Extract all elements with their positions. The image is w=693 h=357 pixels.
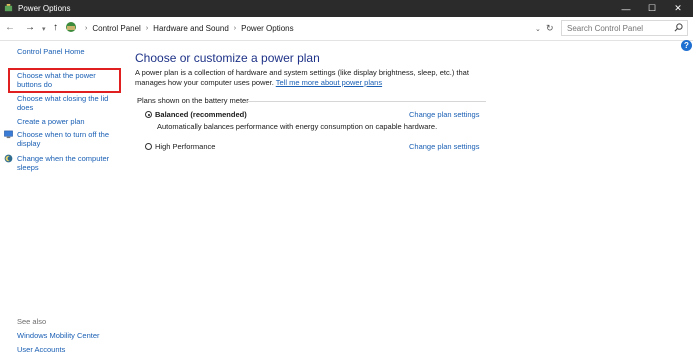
address-bar: ← → ▾ ↑ › Control Panel › Hardware and S…	[0, 17, 693, 41]
search-icon[interactable]	[674, 23, 683, 32]
refresh-icon[interactable]: ↻	[546, 23, 554, 34]
breadcrumb: › Control Panel › Hardware and Sound › P…	[80, 24, 294, 33]
change-plan-settings-balanced-link[interactable]: Change plan settings	[409, 110, 479, 119]
user-accounts-link[interactable]: User Accounts	[17, 345, 117, 354]
breadcrumb-separator-icon: ›	[85, 25, 88, 32]
display-icon	[4, 130, 13, 139]
breadcrumb-separator-icon[interactable]: ›	[234, 25, 236, 32]
forward-arrow-icon[interactable]: →	[25, 23, 35, 33]
breadcrumb-power-options[interactable]: Power Options	[241, 24, 293, 33]
title-bar: Power Options — ☐ ✕	[0, 0, 693, 17]
balanced-plan-description: Automatically balances performance with …	[157, 122, 438, 131]
page-title: Choose or customize a power plan	[135, 51, 320, 65]
control-panel-home-link[interactable]: Control Panel Home	[17, 47, 85, 56]
see-also-heading: See also	[17, 317, 47, 326]
breadcrumb-control-panel[interactable]: Control Panel	[92, 24, 140, 33]
back-arrow-icon[interactable]: ←	[5, 23, 15, 33]
high-performance-radio[interactable]	[145, 143, 152, 150]
plan-description: A power plan is a collection of hardware…	[135, 68, 495, 87]
section-label: Plans shown on the battery meter	[137, 96, 249, 105]
recent-locations-chevron-icon[interactable]: ▾	[42, 25, 46, 35]
create-power-plan-link[interactable]: Create a power plan	[17, 117, 117, 126]
choose-power-buttons-link[interactable]: Choose what the power buttons do	[17, 71, 117, 89]
control-panel-icon	[66, 22, 76, 32]
breadcrumb-separator-icon[interactable]: ›	[146, 25, 148, 32]
balanced-radio[interactable]	[145, 111, 152, 118]
up-arrow-icon[interactable]: ↑	[53, 23, 58, 33]
left-navigation-pane: Control Panel Home Choose what the power…	[0, 41, 125, 357]
window-title: Power Options	[18, 4, 71, 13]
choose-lid-closing-link[interactable]: Choose what closing the lid does	[17, 94, 117, 112]
sleep-icon	[4, 154, 13, 163]
turn-off-display-link[interactable]: Choose when to turn off the display	[17, 130, 117, 148]
plan-name[interactable]: High Performance	[155, 142, 215, 151]
power-options-icon	[4, 4, 13, 12]
tell-me-more-link[interactable]: Tell me more about power plans	[276, 78, 382, 87]
change-plan-settings-high-performance-link[interactable]: Change plan settings	[409, 142, 479, 151]
plan-balanced[interactable]: Balanced (recommended)	[145, 110, 247, 119]
close-button[interactable]: ✕	[663, 0, 693, 17]
main-content: Choose or customize a power plan A power…	[135, 41, 690, 357]
address-dropdown-chevron-icon[interactable]: ⌄	[535, 25, 541, 33]
computer-sleeps-link[interactable]: Change when the computer sleeps	[17, 154, 117, 172]
plan-high-performance[interactable]: High Performance	[145, 142, 215, 151]
search-box[interactable]	[561, 20, 688, 36]
plan-name[interactable]: Balanced (recommended)	[155, 110, 247, 119]
section-divider	[245, 101, 486, 102]
windows-mobility-center-link[interactable]: Windows Mobility Center	[17, 331, 117, 340]
search-input[interactable]	[567, 23, 667, 33]
breadcrumb-hardware-and-sound[interactable]: Hardware and Sound	[153, 24, 229, 33]
